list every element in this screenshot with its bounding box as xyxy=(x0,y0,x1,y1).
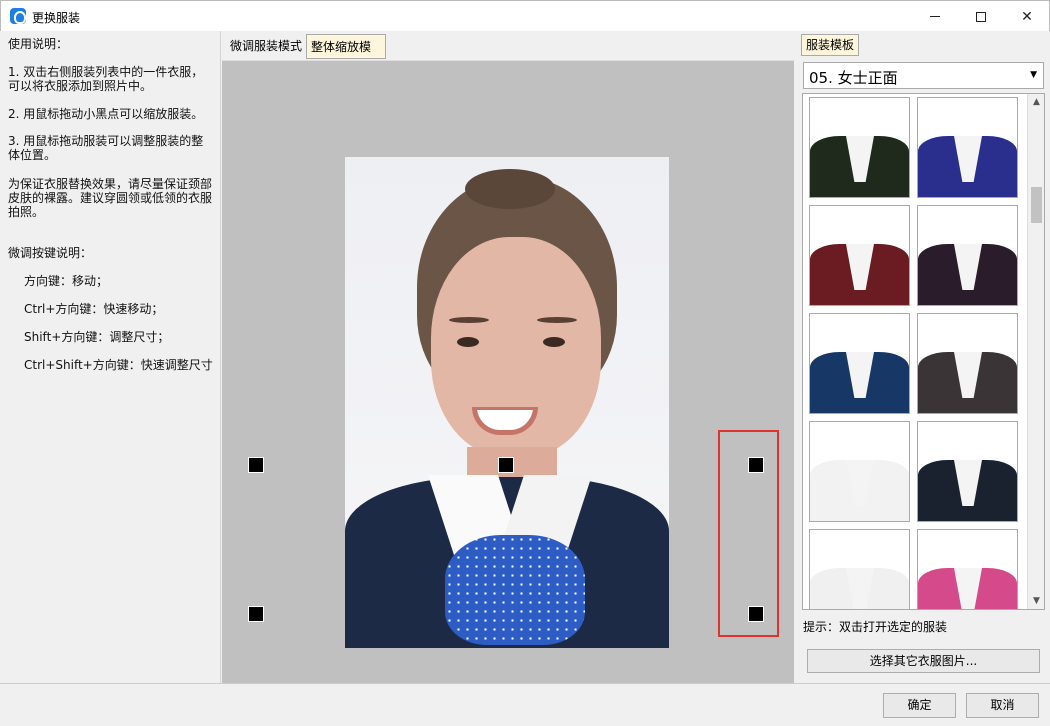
clothing-thumbnail[interactable] xyxy=(809,529,910,609)
key-hint-fast-move: Ctrl+方向键：快速移动； xyxy=(24,302,164,316)
clothing-thumbnail[interactable] xyxy=(917,529,1018,609)
resize-handle-bottom-left[interactable] xyxy=(248,606,264,622)
tab-fine-tune-mode[interactable]: 微调服装模式 xyxy=(226,34,306,59)
maximize-button[interactable] xyxy=(958,1,1004,32)
app-icon xyxy=(10,8,26,24)
templates-panel: 服装模板 05. 女士正面 ▼ ▲ ▼ 提示：双击打开选定的服装 选择其它衣服图… xyxy=(795,31,1049,683)
resize-handle-left[interactable] xyxy=(248,457,264,473)
editor-canvas[interactable] xyxy=(222,61,794,683)
key-hint-resize: Shift+方向键：调整尺寸； xyxy=(24,330,170,344)
portrait-photo[interactable] xyxy=(345,157,669,648)
category-select-value: 05. 女士正面 xyxy=(809,69,898,87)
scrollbar-thumb[interactable] xyxy=(1031,187,1042,223)
category-select[interactable]: 05. 女士正面 ▼ xyxy=(803,62,1044,89)
title-bar: 更换服装 ✕ xyxy=(0,0,1050,31)
tab-scale-all-mode[interactable]: 整体缩放模式 xyxy=(306,34,386,78)
key-hint-move: 方向键：移动； xyxy=(24,274,109,288)
key-hint-fast-resize: Ctrl+Shift+方向键：快速调整尺寸 xyxy=(24,358,213,372)
minimize-button[interactable] xyxy=(912,1,958,32)
selection-highlight xyxy=(718,430,779,637)
gallery-scrollbar[interactable]: ▲ ▼ xyxy=(1027,94,1044,609)
instruction-tip: 为保证衣服替换效果，请尽量保证颈部 皮肤的裸露。建议穿圆领或低领的衣服 拍照。 xyxy=(8,177,213,219)
mode-tabbar: 微调服装模式 整体缩放模式 xyxy=(222,31,794,78)
clothing-thumbnail[interactable] xyxy=(809,205,910,306)
clothing-thumbnail[interactable] xyxy=(917,313,1018,414)
tab-clothing-templates[interactable]: 服装模板 xyxy=(801,34,860,56)
dialog-footer: 确定 取消 xyxy=(0,683,1050,726)
clothing-thumbnail[interactable] xyxy=(809,421,910,522)
window-title: 更换服装 xyxy=(32,11,81,25)
clothing-gallery[interactable]: ▲ ▼ xyxy=(802,93,1045,610)
close-icon: ✕ xyxy=(1021,8,1033,25)
clothing-thumbnail[interactable] xyxy=(809,313,910,414)
resize-handle-top[interactable] xyxy=(498,457,514,473)
chevron-down-icon: ▼ xyxy=(1030,70,1037,80)
clothing-thumbnail[interactable] xyxy=(917,205,1018,306)
ok-button[interactable]: 确定 xyxy=(883,693,956,718)
instruction-step-1: 1. 双击右侧服装列表中的一件衣服， 可以将衣服添加到照片中。 xyxy=(8,65,204,93)
instruction-step-3: 3. 用鼠标拖动服装可以调整服装的整 体位置。 xyxy=(8,134,204,162)
keys-heading: 微调按键说明： xyxy=(8,246,93,260)
minimize-icon xyxy=(930,16,940,17)
instructions-heading: 使用说明： xyxy=(8,37,69,51)
cancel-button[interactable]: 取消 xyxy=(966,693,1039,718)
clothing-thumbnail[interactable] xyxy=(917,97,1018,198)
choose-other-image-button[interactable]: 选择其它衣服图片... xyxy=(807,649,1040,673)
editor-area: 微调服装模式 整体缩放模式 xyxy=(222,31,794,683)
instructions-panel: 使用说明： 1. 双击右侧服装列表中的一件衣服， 可以将衣服添加到照片中。 2.… xyxy=(1,31,221,683)
scroll-down-icon[interactable]: ▼ xyxy=(1028,593,1044,609)
maximize-icon xyxy=(976,11,986,22)
scroll-up-icon[interactable]: ▲ xyxy=(1028,94,1044,110)
close-button[interactable]: ✕ xyxy=(1004,1,1050,32)
clothing-thumbnail[interactable] xyxy=(809,97,910,198)
hint-text: 提示：双击打开选定的服装 xyxy=(803,620,948,634)
instruction-step-2: 2. 用鼠标拖动小黑点可以缩放服装。 xyxy=(8,107,204,121)
clothing-thumbnail[interactable] xyxy=(917,421,1018,522)
